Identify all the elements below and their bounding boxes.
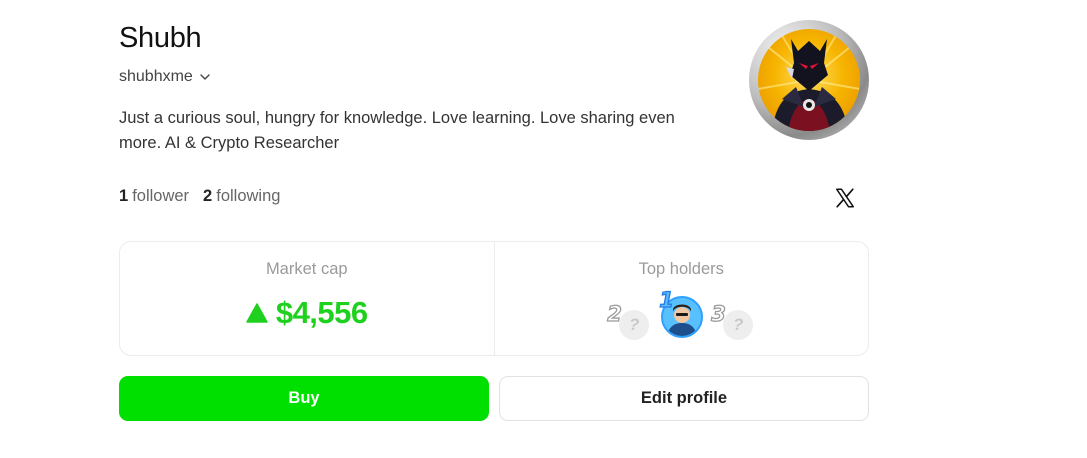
- profile-page: Shubh shubhxme Just a curious soul, hung…: [0, 0, 1087, 458]
- edit-profile-button[interactable]: Edit profile: [499, 376, 869, 421]
- chevron-down-icon: [200, 74, 210, 80]
- follow-stats: 1 follower 2 following: [119, 187, 280, 206]
- market-cap-value: $4,556: [275, 295, 368, 330]
- stats-card: Market cap $4,556 Top holders ? 2 1 ? 3: [119, 241, 869, 356]
- holder-rank-2[interactable]: ? 2: [607, 290, 651, 342]
- top-holders-list: ? 2 1 ? 3: [495, 287, 869, 342]
- handle-switcher[interactable]: shubhxme: [119, 68, 211, 86]
- placeholder-avatar: ?: [723, 310, 754, 340]
- profile-handle: shubhxme: [119, 68, 193, 85]
- followers-label: follower: [132, 187, 190, 205]
- holder-rank-3[interactable]: ? 3: [711, 290, 755, 342]
- following-label: following: [216, 187, 281, 205]
- market-cap: $4,556: [120, 295, 494, 331]
- avatar[interactable]: [749, 20, 869, 140]
- market-cap-label: Market cap: [265, 260, 348, 278]
- trend-up-icon: [246, 303, 268, 323]
- x-logo-icon[interactable]: [834, 187, 856, 209]
- followers-link[interactable]: 1 follower: [119, 187, 189, 206]
- followers-count: 1: [119, 187, 129, 205]
- top-holders-cell: Top holders ? 2 1 ? 3: [493, 242, 869, 355]
- buy-button[interactable]: Buy: [119, 376, 489, 421]
- rank-badge: 1: [659, 287, 675, 312]
- following-link[interactable]: 2 following: [203, 187, 280, 206]
- rank-badge: 3: [711, 301, 727, 326]
- market-cap-cell: Market cap $4,556: [120, 242, 494, 355]
- placeholder-avatar: ?: [619, 310, 650, 340]
- anime-villain-avatar-icon: [758, 29, 860, 131]
- profile-bio: Just a curious soul, hungry for knowledg…: [119, 109, 675, 152]
- top-holders-label: Top holders: [638, 260, 724, 278]
- rank-badge: 2: [607, 301, 623, 326]
- following-count: 2: [203, 187, 213, 205]
- holder-rank-1[interactable]: 1: [657, 287, 705, 342]
- profile-name: Shubh: [119, 22, 202, 54]
